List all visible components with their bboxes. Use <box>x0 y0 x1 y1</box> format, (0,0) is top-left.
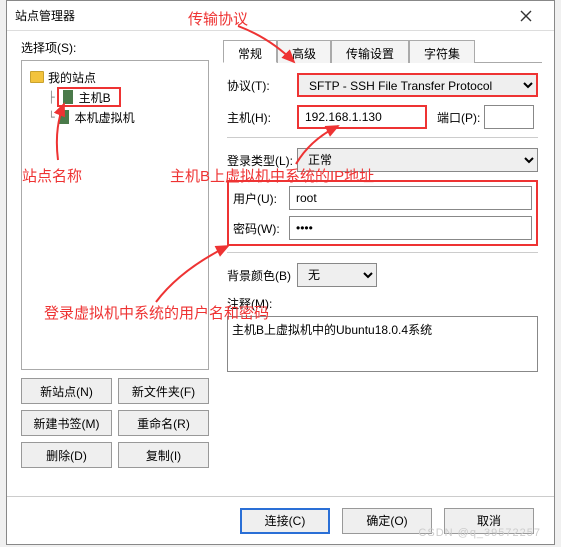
close-icon <box>520 10 532 22</box>
tree-root-label: 我的站点 <box>48 69 96 86</box>
site-manager-window: 站点管理器 选择项(S): 我的站点 ├ 主机B <box>6 0 555 545</box>
bg-color-select[interactable]: 无 <box>297 263 377 287</box>
tree-item-label: 主机B <box>79 89 111 106</box>
protocol-label: 协议(T): <box>227 77 297 94</box>
notes-label: 注释(M): <box>227 295 272 312</box>
tree-root[interactable]: 我的站点 <box>26 67 204 87</box>
tab-general[interactable]: 常规 <box>223 40 277 63</box>
user-input[interactable] <box>289 186 532 210</box>
user-label: 用户(U): <box>233 190 289 207</box>
port-input[interactable] <box>484 105 534 129</box>
select-entry-label: 选择项(S): <box>21 39 209 56</box>
notes-textarea[interactable] <box>227 316 538 372</box>
site-tree[interactable]: 我的站点 ├ 主机B └ 本机虚拟机 <box>21 60 209 370</box>
login-type-label: 登录类型(L): <box>227 152 297 169</box>
credentials-group: 用户(U): 密码(W): <box>227 180 538 246</box>
host-label: 主机(H): <box>227 109 297 126</box>
left-panel: 选择项(S): 我的站点 ├ 主机B └ <box>21 39 209 496</box>
divider <box>227 252 538 253</box>
general-form: 协议(T): SFTP - SSH File Transfer Protocol… <box>223 63 542 375</box>
new-site-button[interactable]: 新站点(N) <box>21 378 112 404</box>
login-type-select[interactable]: 正常 <box>297 148 538 172</box>
site-action-buttons: 新站点(N) 新文件夹(F) 新建书签(M) 重命名(R) 删除(D) 复制(I… <box>21 378 209 468</box>
tree-connector-icon: ├ <box>48 91 55 104</box>
window-title: 站点管理器 <box>15 7 506 24</box>
new-bookmark-button[interactable]: 新建书签(M) <box>21 410 112 436</box>
tree-item-label: 本机虚拟机 <box>75 109 135 126</box>
connect-button[interactable]: 连接(C) <box>240 508 330 534</box>
watermark-text: CSDN @q_39572257 <box>418 527 541 539</box>
folder-icon <box>30 71 44 83</box>
server-icon <box>63 90 73 104</box>
tab-bar: 常规 高级 传输设置 字符集 <box>223 39 542 63</box>
server-icon <box>59 110 69 124</box>
title-bar: 站点管理器 <box>7 1 554 31</box>
tree-connector-icon: └ <box>48 111 55 124</box>
delete-button[interactable]: 删除(D) <box>21 442 112 468</box>
tab-advanced[interactable]: 高级 <box>277 40 331 63</box>
tab-charset[interactable]: 字符集 <box>409 40 475 63</box>
tree-item-local-vm[interactable]: └ 本机虚拟机 <box>26 107 204 127</box>
port-label: 端口(P): <box>437 109 480 126</box>
rename-button[interactable]: 重命名(R) <box>118 410 209 436</box>
close-button[interactable] <box>506 2 546 30</box>
password-label: 密码(W): <box>233 220 289 237</box>
new-folder-button[interactable]: 新文件夹(F) <box>118 378 209 404</box>
divider <box>227 137 538 138</box>
password-input[interactable] <box>289 216 532 240</box>
tree-item-host-b[interactable]: ├ 主机B <box>26 87 204 107</box>
tab-transfer-settings[interactable]: 传输设置 <box>331 40 409 63</box>
host-input[interactable] <box>297 105 427 129</box>
protocol-select[interactable]: SFTP - SSH File Transfer Protocol <box>297 73 538 97</box>
copy-button[interactable]: 复制(I) <box>118 442 209 468</box>
right-panel: 常规 高级 传输设置 字符集 协议(T): SFTP - SSH File Tr… <box>209 39 542 496</box>
bg-color-label: 背景颜色(B) <box>227 267 297 284</box>
